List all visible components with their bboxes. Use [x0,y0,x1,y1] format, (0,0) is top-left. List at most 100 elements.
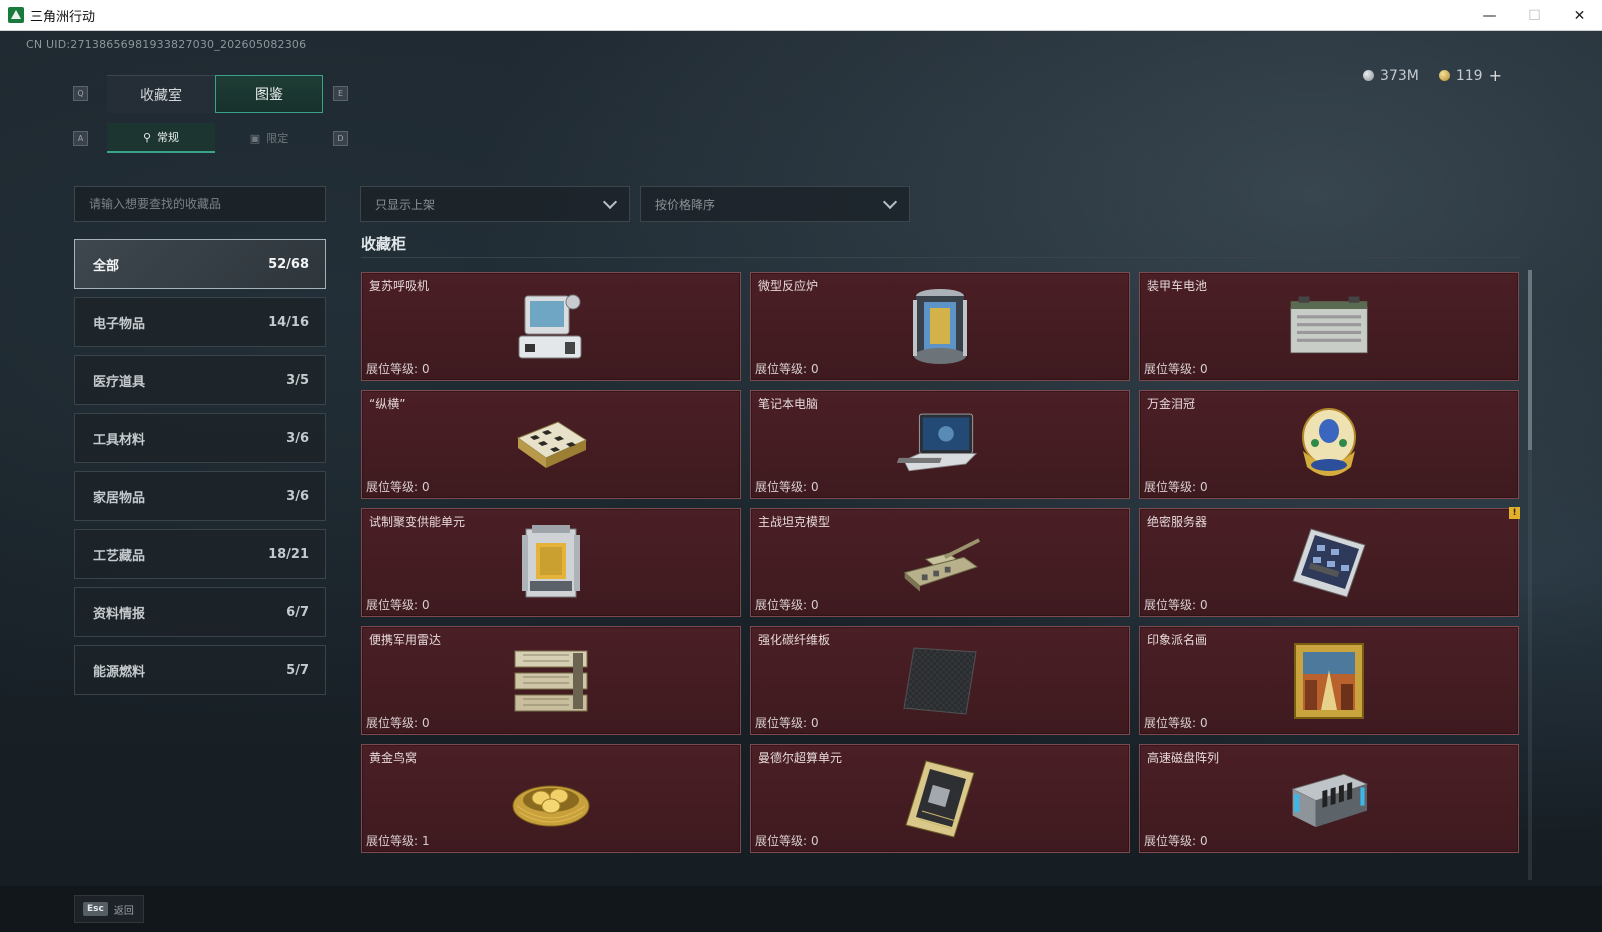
category-label: 医疗道具 [93,374,146,390]
category-crafts[interactable]: 工艺藏品 18/21 [74,529,326,579]
category-label: 全部 [93,258,120,274]
scrollbar-thumb[interactable] [1528,270,1532,450]
esc-key-badge: Esc [83,902,108,916]
item-name: 印象派名画 [1147,633,1208,647]
collection-card[interactable]: 高速磁盘阵列 展位等级: 0 [1139,744,1519,853]
key-hint-q: Q [73,86,88,101]
booth-level: 展位等级: 0 [1144,478,1208,495]
item-name: 强化碳纤维板 [758,633,831,647]
silver-amount: 373M [1380,67,1419,84]
category-household[interactable]: 家居物品 3/6 [74,471,326,521]
back-button[interactable]: Esc 返回 [74,895,144,923]
booth-level-value: 0 [1200,834,1208,848]
booth-level-label: 展位等级: [1144,834,1197,848]
booth-level: 展位等级: 0 [755,478,819,495]
silver-coin-icon [1363,70,1375,81]
uid-text: CN UID:27138656981933827030_202605082306 [26,38,307,51]
collection-card[interactable]: 笔记本电脑 展位等级: 0 [750,390,1130,499]
maximize-button[interactable]: ☐ [1512,0,1557,31]
booth-level-value: 0 [1200,716,1208,730]
laptop-icon [897,405,983,485]
subtab-limited[interactable]: ▣ 限定 [215,123,323,153]
booth-level-value: 0 [422,362,430,376]
sub-tabs: ⚲ 常规 ▣ 限定 [107,123,323,153]
sort-dropdown[interactable]: 按价格降序 [640,186,910,222]
booth-level-value: 1 [422,834,430,848]
window-titlebar: 三角洲行动 — ☐ ✕ [0,0,1602,31]
booth-level-value: 0 [811,834,819,848]
tab-collection-room[interactable]: 收藏室 [107,75,215,113]
category-count: 5/7 [286,662,309,678]
booth-level: 展位等级: 0 [755,714,819,731]
tab-codex[interactable]: 图鉴 [215,75,323,113]
shelf-filter-dropdown[interactable]: 只显示上架 [360,186,630,222]
booth-level: 展位等级: 0 [1144,832,1208,849]
collection-card[interactable]: 黄金鸟窝 展位等级: 1 [361,744,741,853]
collection-card[interactable]: 主战坦克模型 展位等级: 0 [750,508,1130,617]
minimize-button[interactable]: — [1467,0,1512,31]
collection-card[interactable]: “纵横” 展位等级: 0 [361,390,741,499]
collection-card[interactable]: 微型反应炉 展位等级: 0 [750,272,1130,381]
back-label: 返回 [113,905,134,917]
collection-card[interactable]: 试制聚变供能单元 展位等级: 0 [361,508,741,617]
subtab-regular-label: 常规 [157,131,180,144]
painting-icon [1286,641,1372,721]
booth-level-label: 展位等级: [755,834,808,848]
supercomputer-icon [897,759,983,839]
booth-level-value: 0 [811,598,819,612]
booth-level-label: 展位等级: [1144,716,1197,730]
collection-card[interactable]: 复苏呼吸机 展位等级: 0 [361,272,741,381]
close-button[interactable]: ✕ [1557,0,1602,31]
booth-level-value: 0 [1200,598,1208,612]
category-label: 工艺藏品 [93,548,146,564]
key-hint-e: E [333,86,348,101]
fusion-unit-icon [508,523,594,603]
category-count: 6/7 [286,604,309,620]
category-electronics[interactable]: 电子物品 14/16 [74,297,326,347]
collection-grid-viewport: 复苏呼吸机 展位等级: 0 微型反应炉 展位等级: 0 装甲车电池 展位等级: 0 “纵横” 展位等… [361,272,1520,879]
key-hint-d: D [333,131,348,146]
main-tabs: 收藏室 图鉴 [107,75,323,113]
item-name: 高速磁盘阵列 [1147,751,1220,765]
carbon-plate-icon [897,641,983,721]
gold-currency: 119 + [1438,66,1502,85]
search-input[interactable] [74,186,326,222]
collection-card[interactable]: 便携军用雷达 展位等级: 0 [361,626,741,735]
key-hint-a: A [73,131,88,146]
sort-value: 按价格降序 [655,197,716,212]
collection-card[interactable]: 装甲车电池 展位等级: 0 [1139,272,1519,381]
collection-card[interactable]: 曼德尔超算单元 展位等级: 0 [750,744,1130,853]
radar-icon [508,641,594,721]
booth-level-label: 展位等级: [366,716,419,730]
section-divider [361,257,1520,258]
disk-array-icon [1286,759,1372,839]
collection-card[interactable]: 万金泪冠展位等级: 0 [1139,390,1519,499]
booth-level-label: 展位等级: [1144,362,1197,376]
grid-scrollbar[interactable] [1528,270,1532,880]
tank-icon [897,523,983,603]
category-medical[interactable]: 医疗道具 3/5 [74,355,326,405]
category-all[interactable]: 全部 52/68 [74,239,326,289]
collection-card[interactable]: 强化碳纤维板 展位等级: 0 [750,626,1130,735]
booth-level: 展位等级: 0 [366,360,430,377]
item-name: 万金泪冠 [1147,397,1196,411]
section-title: 收藏柜 [361,235,407,253]
gold-amount: 119 [1455,67,1483,84]
add-currency-button[interactable]: + [1489,66,1502,85]
battery-icon [1286,287,1372,367]
booth-level: 展位等级: 0 [1144,714,1208,731]
category-energy[interactable]: 能源燃料 5/7 [74,645,326,695]
booth-level-value: 0 [1200,480,1208,494]
subtab-regular[interactable]: ⚲ 常规 [107,123,215,153]
category-count: 52/68 [268,256,309,272]
booth-level-value: 0 [811,362,819,376]
collection-card[interactable]: 印象派名画展位等级: 0 [1139,626,1519,735]
booth-level-label: 展位等级: [366,598,419,612]
category-count: 3/5 [286,372,309,388]
category-tools[interactable]: 工具材料 3/6 [74,413,326,463]
respirator-icon [508,287,594,367]
booth-level-value: 0 [811,480,819,494]
collection-card[interactable]: 绝密服务器 展位等级: 0! [1139,507,1520,617]
alert-flag-icon: ! [1509,507,1520,519]
category-intel[interactable]: 资料情报 6/7 [74,587,326,637]
